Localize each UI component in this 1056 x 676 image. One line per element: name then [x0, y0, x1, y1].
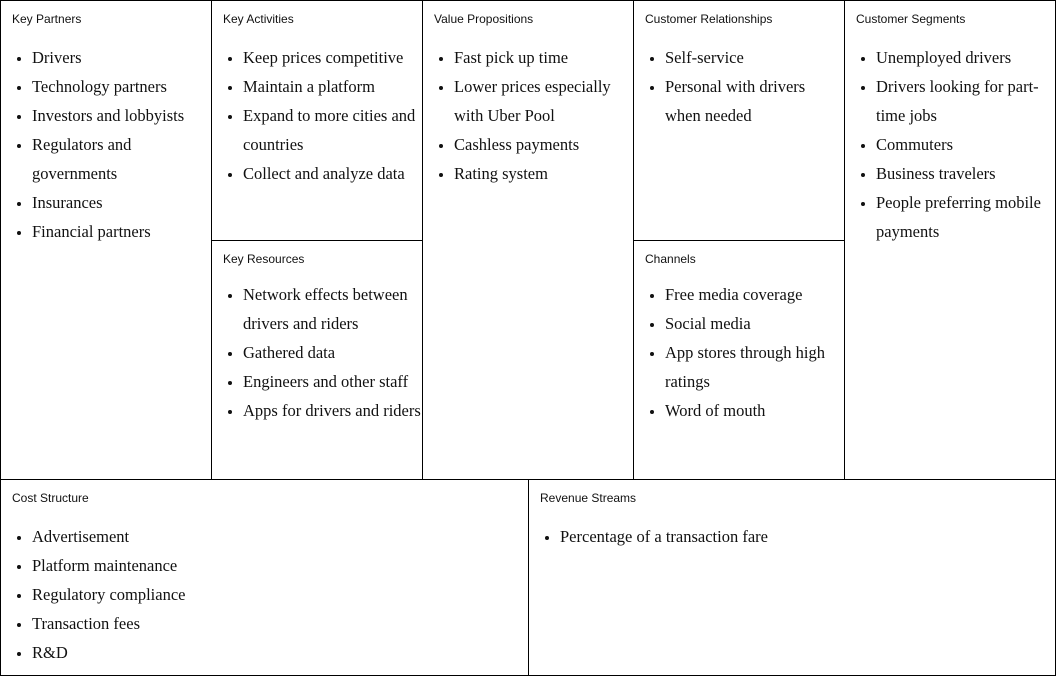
list-item: Regulatory compliance [32, 580, 528, 609]
channels-list: Free media coverage Social media App sto… [634, 280, 844, 425]
key-partners-list: Drivers Technology partners Investors an… [1, 43, 211, 246]
list-item: Percentage of a transaction fare [560, 522, 1055, 551]
list-item: Drivers [32, 43, 211, 72]
key-resources-list: Network effects between drivers and ride… [212, 280, 422, 425]
key-activities-list: Keep prices competitive Maintain a platf… [212, 43, 422, 188]
value-propositions-block: Value Propositions Fast pick up time Low… [422, 0, 634, 480]
block-title: Key Partners [12, 12, 82, 26]
list-item: Maintain a platform [243, 72, 422, 101]
block-title: Cost Structure [12, 491, 89, 505]
list-item: Drivers looking for part-time jobs [876, 72, 1055, 130]
list-item: Apps for drivers and riders [243, 396, 422, 425]
list-item: Technology partners [32, 72, 211, 101]
list-item: Free media coverage [665, 280, 844, 309]
list-item: Commuters [876, 130, 1055, 159]
list-item: Unemployed drivers [876, 43, 1055, 72]
list-item: Investors and lobbyists [32, 101, 211, 130]
list-item: Business travelers [876, 159, 1055, 188]
list-item: Network effects between drivers and ride… [243, 280, 422, 338]
business-model-canvas: Key Partners Drivers Technology partners… [0, 0, 1056, 676]
cost-structure-list: Advertisement Platform maintenance Regul… [1, 522, 528, 667]
value-propositions-list: Fast pick up time Lower prices especiall… [423, 43, 633, 188]
list-item: Engineers and other staff [243, 367, 422, 396]
list-item: Platform maintenance [32, 551, 528, 580]
list-item: Lower prices especially with Uber Pool [454, 72, 633, 130]
list-item: Social media [665, 309, 844, 338]
list-item: Personal with drivers when needed [665, 72, 844, 130]
block-title: Customer Relationships [645, 12, 773, 26]
list-item: Financial partners [32, 217, 211, 246]
list-item: Insurances [32, 188, 211, 217]
list-item: Cashless payments [454, 130, 633, 159]
list-item: Transaction fees [32, 609, 528, 638]
customer-segments-block: Customer Segments Unemployed drivers Dri… [844, 0, 1056, 480]
list-item: Rating system [454, 159, 633, 188]
revenue-streams-list: Percentage of a transaction fare [529, 522, 1055, 551]
list-item: R&D [32, 638, 528, 667]
channels-block: Channels Free media coverage Social medi… [633, 240, 845, 480]
cost-structure-block: Cost Structure Advertisement Platform ma… [0, 479, 529, 676]
list-item: Fast pick up time [454, 43, 633, 72]
list-item: Gathered data [243, 338, 422, 367]
block-title: Customer Segments [856, 12, 966, 26]
list-item: Expand to more cities and countries [243, 101, 422, 159]
block-title: Channels [645, 252, 696, 266]
revenue-streams-block: Revenue Streams Percentage of a transact… [528, 479, 1056, 676]
customer-relationships-list: Self-service Personal with drivers when … [634, 43, 844, 130]
list-item: Keep prices competitive [243, 43, 422, 72]
block-title: Key Resources [223, 252, 305, 266]
list-item: Self-service [665, 43, 844, 72]
list-item: People preferring mobile payments [876, 188, 1055, 246]
customer-relationships-block: Customer Relationships Self-service Pers… [633, 0, 845, 241]
list-item: Advertisement [32, 522, 528, 551]
block-title: Revenue Streams [540, 491, 637, 505]
block-title: Key Activities [223, 12, 294, 26]
customer-segments-list: Unemployed drivers Drivers looking for p… [845, 43, 1055, 246]
block-title: Value Propositions [434, 12, 534, 26]
key-partners-block: Key Partners Drivers Technology partners… [0, 0, 212, 480]
list-item: Regulators and governments [32, 130, 211, 188]
list-item: App stores through high ratings [665, 338, 844, 396]
key-resources-block: Key Resources Network effects between dr… [211, 240, 423, 480]
key-activities-block: Key Activities Keep prices competitive M… [211, 0, 423, 241]
list-item: Word of mouth [665, 396, 844, 425]
list-item: Collect and analyze data [243, 159, 422, 188]
